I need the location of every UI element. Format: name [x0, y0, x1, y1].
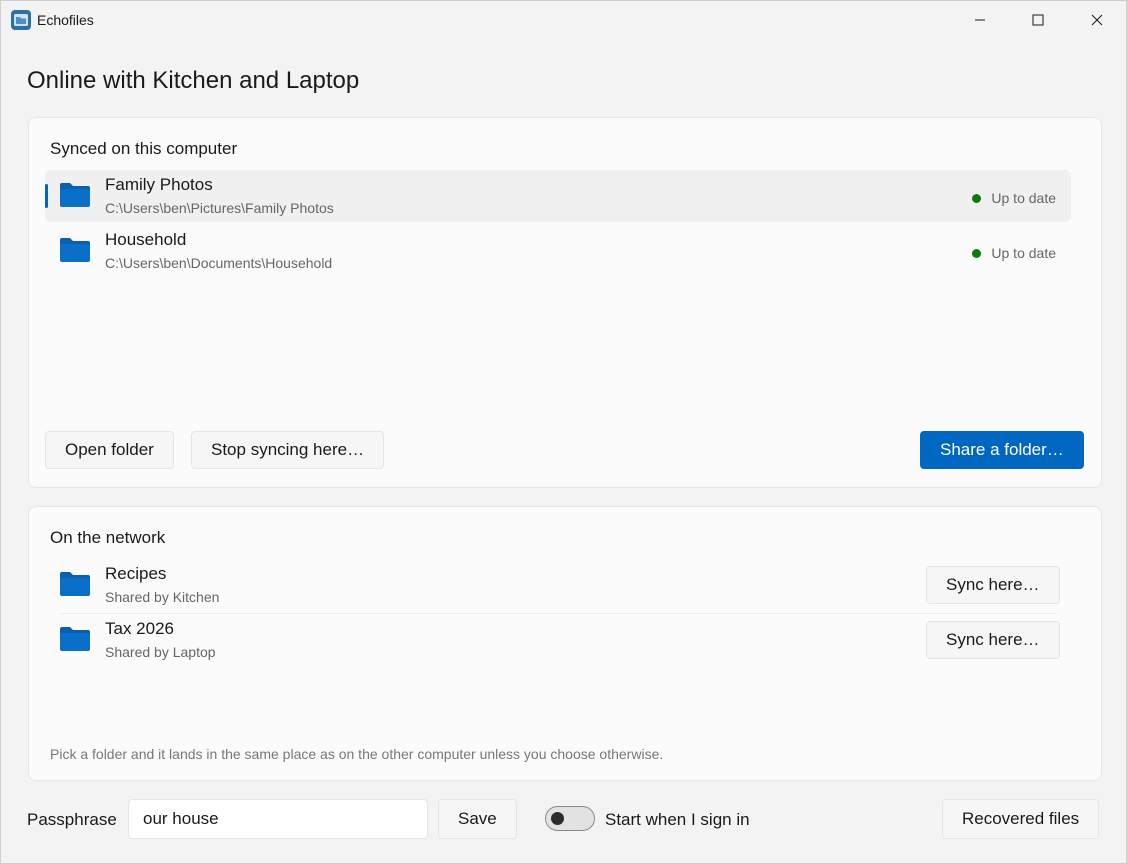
synced-folder-row[interactable]: Household C:\Users\ben\Documents\Househo… [45, 225, 1071, 277]
network-section-title: On the network [50, 528, 166, 547]
passphrase-label: Passphrase [27, 810, 117, 829]
folder-name: Household [105, 230, 187, 249]
passphrase-input[interactable] [128, 799, 428, 839]
sync-here-button[interactable]: Sync here… [926, 621, 1060, 659]
page-title: Online with Kitchen and Laptop [27, 67, 360, 94]
app-logo-icon [11, 10, 31, 30]
sync-status: Up to date [972, 245, 1056, 261]
shared-by-label: Shared by Laptop [105, 644, 216, 660]
sync-here-button[interactable]: Sync here… [926, 566, 1060, 604]
folder-path: C:\Users\ben\Documents\Household [105, 255, 333, 271]
minimize-button[interactable] [951, 1, 1009, 39]
app-title: Echofiles [37, 12, 94, 28]
title-bar: Echofiles [1, 1, 1126, 39]
close-button[interactable] [1068, 1, 1126, 39]
status-dot-icon [972, 248, 982, 258]
sync-status-text: Up to date [991, 245, 1056, 261]
network-folders-card: On the network Recipes Shared by Kitchen… [28, 506, 1102, 781]
stop-syncing-button[interactable]: Stop syncing here… [191, 431, 385, 469]
status-dot-icon [972, 193, 982, 203]
shared-by-label: Shared by Kitchen [105, 589, 220, 605]
folder-icon [60, 183, 90, 207]
open-folder-button[interactable]: Open folder [45, 431, 174, 469]
start-on-signin-label: Start when I sign in [605, 810, 750, 829]
share-folder-button[interactable]: Share a folder… [920, 431, 1084, 469]
save-button[interactable]: Save [438, 799, 517, 839]
app-window: Echofiles Online with Kitchen and Laptop… [0, 0, 1127, 864]
synced-folders-card: Synced on this computer Family Photos C:… [28, 117, 1102, 488]
synced-folder-row[interactable]: Family Photos C:\Users\ben\Pictures\Fami… [45, 170, 1071, 222]
maximize-button[interactable] [1009, 1, 1067, 39]
folder-path: C:\Users\ben\Pictures\Family Photos [105, 200, 334, 216]
synced-section-title: Synced on this computer [50, 139, 238, 158]
maximize-icon [1032, 14, 1044, 26]
sync-status-text: Up to date [991, 190, 1056, 206]
network-hint-text: Pick a folder and it lands in the same p… [50, 746, 664, 762]
folder-icon [60, 572, 90, 596]
network-folder-row: Tax 2026 Shared by Laptop Sync here… [45, 614, 1071, 666]
network-folder-row: Recipes Shared by Kitchen Sync here… [45, 559, 1071, 611]
folder-name: Family Photos [105, 175, 213, 194]
minimize-icon [975, 19, 985, 21]
folder-icon [60, 238, 90, 262]
folder-name: Recipes [105, 564, 167, 583]
folder-name: Tax 2026 [105, 619, 174, 638]
close-icon [1091, 14, 1103, 26]
sync-status: Up to date [972, 190, 1056, 206]
folder-icon [60, 627, 90, 651]
recovered-files-button[interactable]: Recovered files [942, 799, 1100, 839]
toggle-knob [551, 812, 564, 825]
selection-indicator [45, 184, 48, 208]
start-on-signin-toggle[interactable] [545, 806, 595, 831]
